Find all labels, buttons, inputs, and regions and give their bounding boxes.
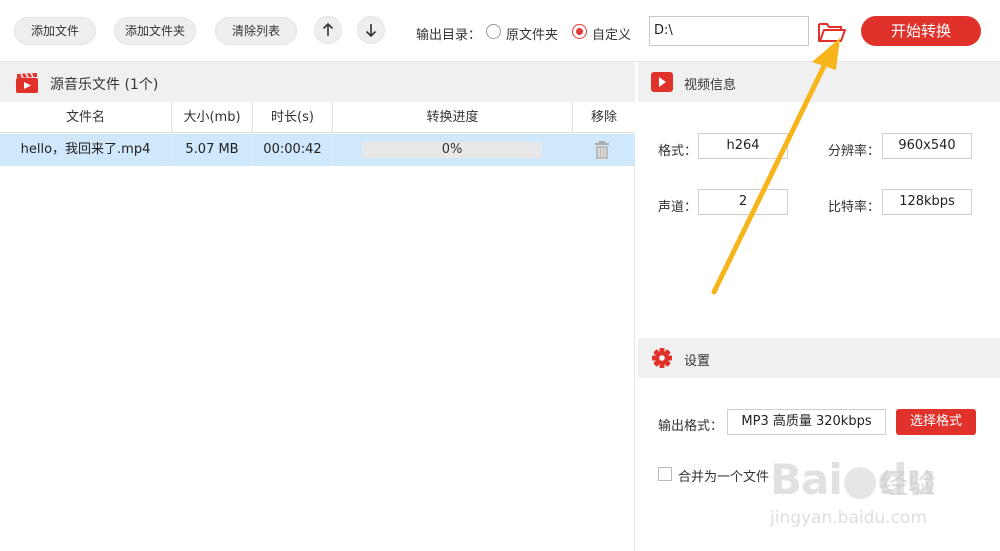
source-file-pane: 源音乐文件 (1个) 文件名 大小(mb) 时长(s) 转换进度 移除 hell… xyxy=(0,62,635,551)
radio-original-folder[interactable] xyxy=(486,24,501,39)
move-up-button[interactable] xyxy=(314,16,342,44)
video-play-icon xyxy=(651,72,673,92)
output-format-value: MP3 高质量 320kbps xyxy=(727,409,886,435)
radio-custom[interactable] xyxy=(572,24,587,39)
file-table-header: 文件名 大小(mb) 时长(s) 转换进度 移除 xyxy=(0,102,635,133)
output-format-label: 输出格式： xyxy=(658,419,724,434)
merge-label: 合并为一个文件 xyxy=(678,470,770,485)
column-header-size[interactable]: 大小(mb) xyxy=(172,102,253,133)
file-name-cell: hello，我回来了.mp4 xyxy=(0,134,172,166)
start-convert-button[interactable]: 开始转换 xyxy=(861,16,981,46)
choose-format-button[interactable]: 选择格式 xyxy=(896,409,976,435)
format-label: 格式： xyxy=(658,144,698,159)
column-header-duration[interactable]: 时长(s) xyxy=(253,102,333,133)
browse-folder-button[interactable] xyxy=(816,18,848,46)
settings-title: 设置 xyxy=(684,354,711,369)
output-path-input[interactable]: D:\ xyxy=(649,16,809,46)
baidu-watermark-url: jingyan.baidu.com xyxy=(770,508,927,528)
column-header-filename[interactable]: 文件名 xyxy=(0,102,172,133)
output-dir-label: 输出目录： xyxy=(416,28,482,43)
baidu-watermark-suffix: 经验 xyxy=(880,467,937,500)
channel-label: 声道： xyxy=(658,200,698,215)
gear-icon xyxy=(652,348,672,368)
clapperboard-icon xyxy=(16,73,38,93)
column-header-progress[interactable]: 转换进度 xyxy=(333,102,573,133)
progress-text: 0% xyxy=(441,142,463,157)
video-info-title: 视频信息 xyxy=(684,78,737,93)
source-file-title: 源音乐文件 (1个) xyxy=(50,77,159,93)
file-duration-cell: 00:00:42 xyxy=(253,134,333,166)
column-header-remove[interactable]: 移除 xyxy=(573,102,635,133)
arrow-down-icon xyxy=(365,24,377,37)
add-folder-button[interactable]: 添加文件夹 xyxy=(114,17,196,45)
add-file-button[interactable]: 添加文件 xyxy=(14,17,96,45)
bitrate-value: 128kbps xyxy=(882,189,972,215)
source-file-header: 源音乐文件 (1个) xyxy=(0,62,635,102)
radio-custom-label: 自定义 xyxy=(592,28,632,43)
settings-header: 设置 xyxy=(638,338,1000,378)
resolution-label: 分辨率： xyxy=(828,144,881,159)
table-row[interactable]: hello，我回来了.mp4 5.07 MB 00:00:42 0% xyxy=(0,134,635,166)
folder-open-icon xyxy=(818,23,846,42)
bitrate-label: 比特率： xyxy=(828,200,881,215)
arrow-up-icon xyxy=(322,23,334,36)
radio-original-label: 原文件夹 xyxy=(506,28,559,43)
format-value: h264 xyxy=(698,133,788,159)
resolution-value: 960x540 xyxy=(882,133,972,159)
move-down-button[interactable] xyxy=(357,16,385,44)
file-size-cell: 5.07 MB xyxy=(172,134,253,166)
trash-icon[interactable] xyxy=(592,140,612,160)
video-info-header: 视频信息 xyxy=(638,62,1000,102)
channel-value: 2 xyxy=(698,189,788,215)
toolbar: 添加文件 添加文件夹 清除列表 输出目录： 原文件夹 自定义 D:\ 开始转换 xyxy=(0,0,1000,62)
clear-list-button[interactable]: 清除列表 xyxy=(215,17,297,45)
merge-checkbox[interactable] xyxy=(658,467,672,481)
